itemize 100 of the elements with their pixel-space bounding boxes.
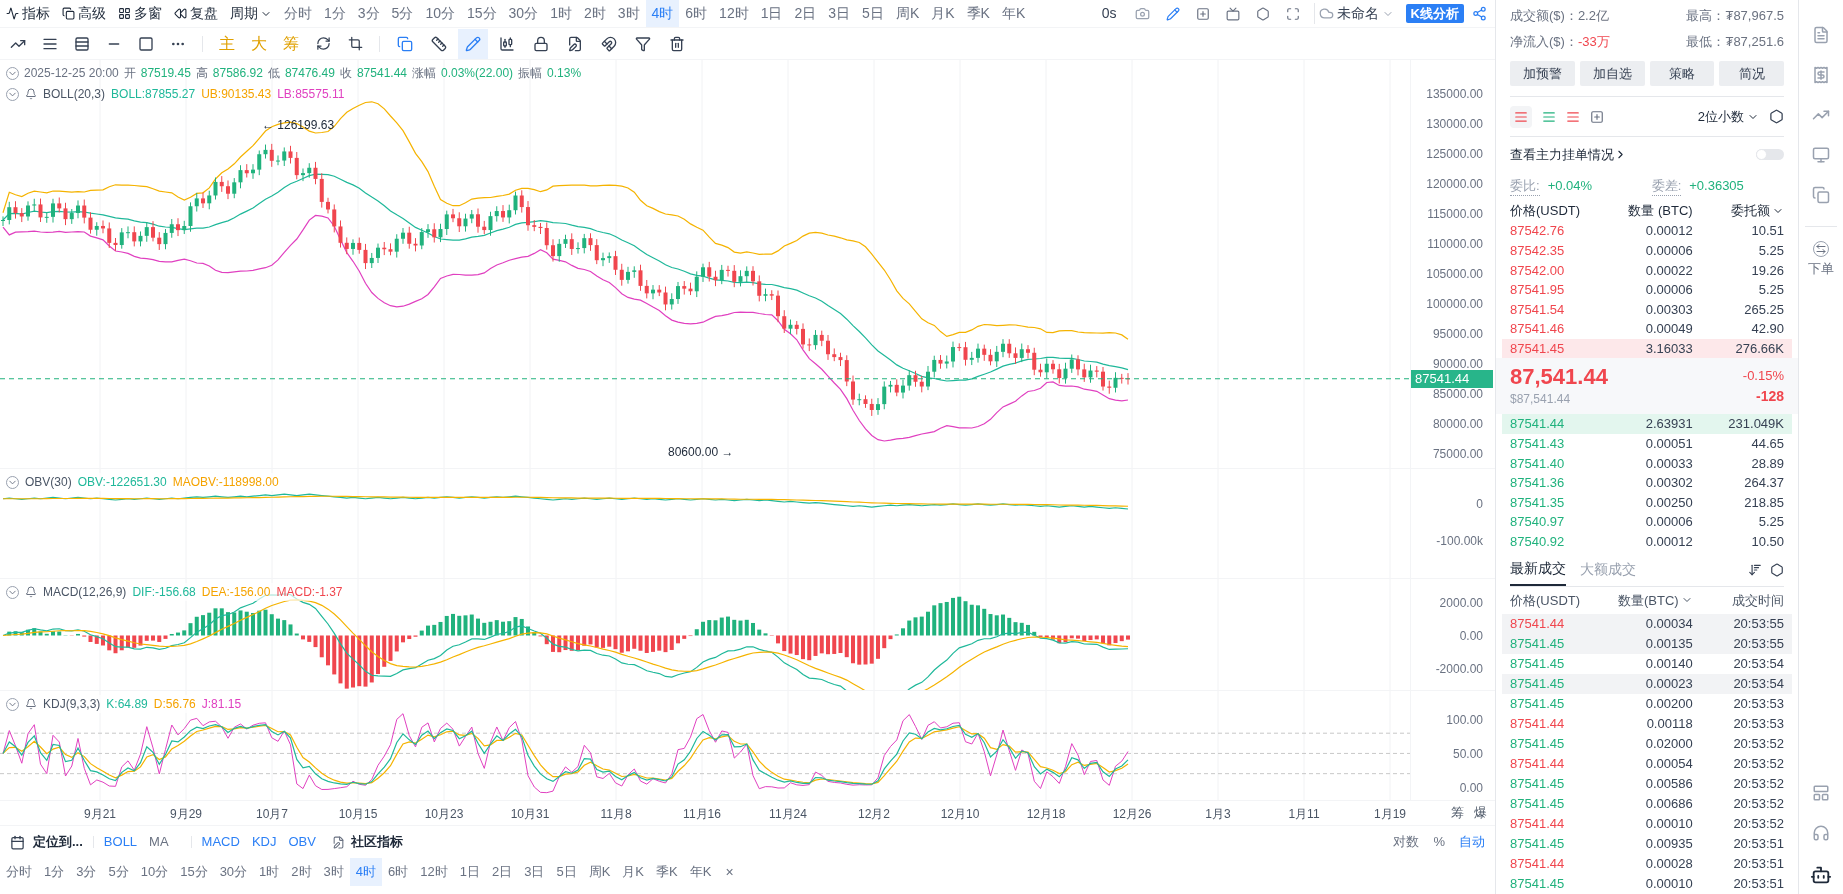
side-label[interactable]: 筹 (1451, 803, 1464, 823)
period-tab[interactable]: 周K (889, 0, 926, 27)
settings-icon[interactable] (1255, 6, 1270, 21)
toolbar-menu-icon[interactable] (62, 7, 75, 20)
bell-icon[interactable] (25, 586, 37, 598)
period-tab[interactable]: 1分 (38, 858, 71, 886)
toolbar-menu-button[interactable]: 高级 (56, 0, 112, 27)
period-tab[interactable]: 分时 (278, 0, 318, 27)
scale-option[interactable]: % (1433, 832, 1445, 852)
period-tab[interactable]: 1时 (544, 0, 578, 27)
decimals-dropdown[interactable]: 2位小数 (1697, 106, 1759, 127)
settings-icon[interactable] (1770, 562, 1784, 577)
period-tab[interactable]: 年K (683, 858, 718, 886)
community-indicators-button[interactable]: 社区指标 (350, 832, 403, 852)
column-header-dropdown[interactable]: 数量(BTC) (1601, 590, 1693, 611)
share-icon[interactable] (1472, 6, 1487, 21)
layout-dropdown[interactable]: 未命名 (1313, 3, 1398, 24)
period-tab[interactable]: 12时 (713, 0, 755, 27)
action-button[interactable]: 简况 (1719, 61, 1784, 86)
bell-icon[interactable] (25, 88, 37, 100)
action-button[interactable]: 策略 (1649, 61, 1715, 86)
document-icon[interactable] (1812, 26, 1830, 44)
toolbar-menu-button[interactable]: 指标 (0, 0, 56, 27)
period-tab[interactable]: 5日 (550, 858, 583, 886)
add-window-icon[interactable] (1590, 109, 1604, 124)
cloud-icon[interactable] (1318, 6, 1334, 21)
indicator-toggle[interactable]: KDJ (251, 832, 277, 852)
period-tab[interactable]: 1时 (253, 858, 286, 886)
period-tab[interactable]: 月K (616, 858, 651, 886)
headset-icon[interactable] (1812, 824, 1830, 842)
period-tab[interactable]: 周K (582, 858, 617, 886)
period-tab[interactable]: 30分 (502, 0, 545, 27)
indicator-toggle[interactable]: OBV (288, 832, 316, 852)
screen-icon[interactable] (1225, 6, 1240, 21)
both-sides-icon[interactable] (1510, 105, 1532, 128)
edit-icon[interactable] (331, 835, 345, 849)
camera-icon[interactable] (1134, 6, 1150, 21)
period-tab[interactable]: 2日 (788, 0, 823, 27)
bell-icon[interactable] (25, 698, 37, 710)
sort-icon[interactable] (1748, 562, 1762, 577)
period-tab[interactable]: 2日 (486, 858, 519, 886)
side-label[interactable]: 爆 (1474, 803, 1487, 823)
add-window-icon[interactable] (1195, 6, 1210, 21)
period-tab[interactable]: 3时 (611, 0, 646, 27)
settings-icon[interactable] (1769, 109, 1784, 125)
period-tab[interactable]: 2时 (285, 858, 318, 886)
toolbar-menu-icon[interactable] (6, 7, 19, 20)
monitor-chart-icon[interactable] (1812, 146, 1830, 164)
period-menu-button[interactable]: 周期 (224, 0, 278, 27)
period-tab[interactable]: 10分 (419, 0, 461, 27)
trades-tab[interactable]: 大额成交 (1580, 553, 1636, 586)
scale-option[interactable]: 对数 (1393, 832, 1420, 852)
action-button[interactable]: 加自选 (1579, 61, 1645, 86)
period-tab[interactable]: 5日 (856, 0, 890, 27)
toolbar-menu-button[interactable]: 复盘 (168, 0, 224, 27)
period-tab[interactable]: 3分 (351, 0, 386, 27)
period-tab[interactable]: 12时 (414, 858, 454, 886)
period-tab[interactable]: 5分 (385, 0, 420, 27)
exchange-icon[interactable] (1813, 241, 1829, 257)
analysis-button[interactable]: K线分析 (1405, 4, 1464, 23)
period-tab[interactable]: 3日 (822, 0, 857, 27)
toolbar-menu-button[interactable]: 多窗 (112, 0, 168, 27)
calendar-icon[interactable] (10, 834, 25, 850)
period-tab[interactable]: 1日 (453, 858, 486, 886)
scale-option[interactable]: 自动 (1459, 832, 1485, 852)
robot-icon[interactable] (1810, 864, 1832, 886)
period-tab[interactable]: 6时 (679, 0, 714, 27)
period-tab[interactable]: 年K (995, 0, 1032, 27)
main-orders-label[interactable]: 查看主力挂单情况 (1510, 145, 1614, 165)
locate-button[interactable]: 定位到... (33, 832, 83, 852)
period-tab[interactable]: 3时 (317, 858, 350, 886)
period-tab[interactable]: 5分 (102, 858, 135, 886)
period-tab[interactable]: 1日 (754, 0, 789, 27)
period-tab[interactable]: 4时 (349, 858, 383, 886)
period-tab[interactable]: 6时 (382, 858, 415, 886)
period-tab[interactable]: 15分 (460, 0, 503, 27)
main-orders-switch[interactable] (1756, 149, 1784, 161)
trades-tab[interactable]: 最新成交 (1510, 553, 1566, 586)
asks-list-icon[interactable] (1566, 109, 1580, 124)
indicator-toggle[interactable]: BOLL (103, 832, 138, 852)
order-nav-button[interactable]: 下单 (1808, 241, 1834, 279)
indicator-toggle[interactable]: MA (149, 832, 169, 852)
close-button[interactable]: × (717, 861, 742, 883)
period-tab[interactable]: 1分 (318, 0, 352, 27)
period-tab[interactable]: 3分 (70, 858, 103, 886)
period-tab[interactable]: 4时 (645, 0, 680, 27)
period-tab[interactable]: 15分 (174, 858, 214, 886)
dollar-document-icon[interactable] (1812, 66, 1830, 84)
column-header-dropdown[interactable]: 委托额 (1692, 200, 1784, 221)
period-tab[interactable]: 季K (650, 858, 684, 886)
indicator-toggle[interactable]: MACD (201, 832, 240, 852)
fullscreen-icon[interactable] (1285, 6, 1300, 21)
period-tab[interactable]: 30分 (213, 858, 254, 886)
pencil-icon[interactable] (1165, 6, 1180, 21)
period-tab[interactable]: 3日 (518, 858, 551, 886)
action-button[interactable]: 加预警 (1510, 61, 1575, 86)
period-tab[interactable]: 分时 (0, 858, 38, 886)
toolbar-menu-icon[interactable] (118, 7, 131, 20)
period-tab[interactable]: 10分 (134, 858, 175, 886)
toolbar-menu-icon[interactable] (174, 7, 187, 20)
